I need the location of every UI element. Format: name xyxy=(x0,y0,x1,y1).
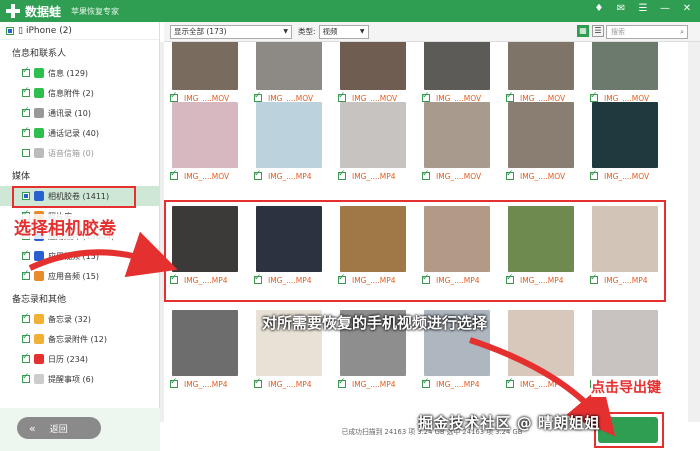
arrow-to-grid xyxy=(28,231,178,278)
watermark: 掘金技术社区 @ 晴朗姐姐 xyxy=(418,414,600,432)
annotation-click-export: 点击导出键 xyxy=(591,377,661,397)
annotation-select-videos: 对所需要恢复的手机视频进行选择 xyxy=(262,314,488,332)
arrow-to-export xyxy=(469,337,616,437)
annotation-select-camera-roll: 选择相机胶卷 xyxy=(14,214,116,239)
